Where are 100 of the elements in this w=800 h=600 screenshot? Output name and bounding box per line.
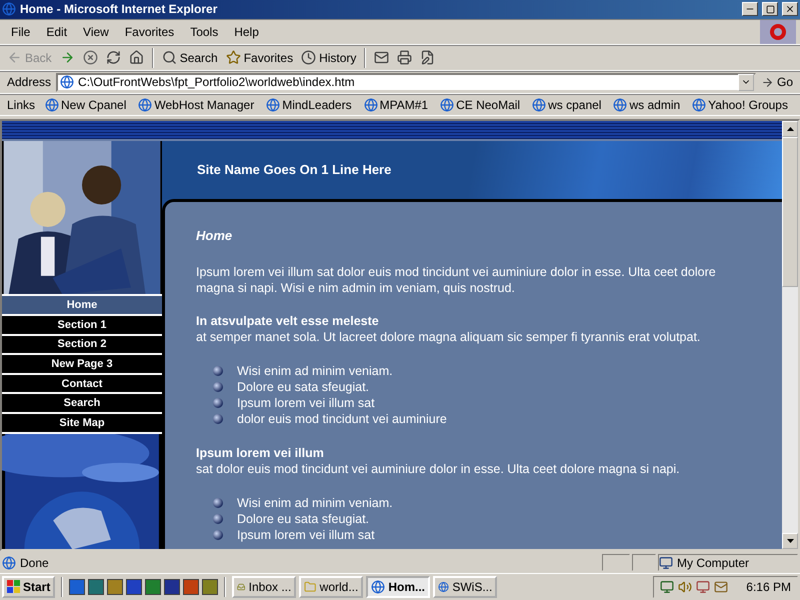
nav-link[interactable]: Contact <box>2 372 162 392</box>
address-field[interactable]: C:\OutFrontWebs\fpt_Portfolio2\worldweb\index.htm <box>56 72 756 92</box>
scroll-down-button[interactable] <box>782 532 798 549</box>
list-item: Wisi enim ad minim veniam. <box>237 494 393 511</box>
taskbar-button[interactable]: Inbox ... <box>232 576 296 598</box>
menu-item[interactable]: Help <box>227 22 266 41</box>
favorites-button[interactable]: Favorites <box>222 49 296 66</box>
app-shortcut-icon[interactable] <box>88 578 104 595</box>
globe-icon <box>2 556 16 570</box>
app-shortcut-icon[interactable] <box>69 578 86 595</box>
start-button[interactable]: Start <box>2 576 56 598</box>
maximize-icon <box>766 4 774 14</box>
search-button[interactable]: Search <box>158 49 221 66</box>
down-arrow-icon <box>786 538 794 543</box>
monitor-icon <box>696 580 710 594</box>
menu-item[interactable]: File <box>4 22 38 41</box>
go-arrow-icon <box>760 76 774 89</box>
bullet-icon <box>213 530 223 540</box>
link[interactable]: ws admin <box>608 98 686 112</box>
bullet-icon <box>213 414 223 424</box>
globe-icon <box>613 98 628 112</box>
globe-icon <box>2 2 16 16</box>
taskbar-button[interactable]: SWiS... <box>433 576 498 598</box>
forward-arrow-icon <box>60 50 75 66</box>
status-text: Done <box>20 556 49 570</box>
globe-icon <box>138 98 152 112</box>
speaker-icon <box>678 580 692 594</box>
history-button[interactable]: History <box>298 49 360 66</box>
globe-icon <box>438 580 450 594</box>
links-label: Links <box>6 98 36 112</box>
link[interactable]: MindLeaders <box>261 98 357 112</box>
window-title: Home - Microsoft Internet Explorer <box>20 2 218 16</box>
list-item: Ipsum lorem vei illum sat <box>237 394 375 411</box>
link[interactable]: MPAM#1 <box>358 98 434 112</box>
edit-icon <box>420 50 436 66</box>
list-item: Dolore eu sata sfeugiat. <box>237 378 370 395</box>
paragraph: at semper manet sola. Ut lacreet dolore magna aliquam sic semper fi tyrannis erat volutpat. <box>196 328 702 345</box>
status-pane <box>602 554 630 572</box>
menu-item[interactable]: Edit <box>39 22 74 41</box>
mail-icon <box>714 580 728 594</box>
app-shortcut-icon[interactable] <box>126 578 142 595</box>
go-button[interactable]: Go <box>758 74 796 90</box>
globe-icon <box>45 98 60 112</box>
scroll-thumb[interactable] <box>782 136 798 287</box>
globe-icon <box>692 98 706 112</box>
folder-icon <box>304 580 317 594</box>
paragraph: Ipsum lorem vei illum sat dolor euis mod tincidunt vei auminiure dolor in esse. Ulta ceet dolore magna si napi. Wisi e nim admin im veniam, quis nostrud. <box>196 264 717 296</box>
globe-icon <box>532 98 546 112</box>
close-button[interactable] <box>782 2 798 16</box>
list-item: Wisi enim ad minim veniam. <box>237 362 393 379</box>
menu-item[interactable]: Tools <box>183 22 226 41</box>
menu-item[interactable]: View <box>76 22 116 41</box>
globe-icon <box>364 98 378 112</box>
bullet-icon <box>213 366 223 376</box>
scroll-up-button[interactable] <box>782 120 798 137</box>
zone-text: My Computer <box>677 556 750 570</box>
computer-icon <box>659 556 673 570</box>
section-heading: Ipsum lorem vei illum <box>196 444 325 461</box>
stop-icon <box>82 50 98 66</box>
section-heading: In atsvulpate velt esse meleste <box>196 312 380 329</box>
home-icon <box>128 50 144 66</box>
printer-icon <box>397 50 412 66</box>
clock-icon <box>301 50 316 66</box>
bullet-icon <box>213 514 223 524</box>
status-pane <box>632 554 656 572</box>
list-item: Ipsum lorem vei illum sat <box>237 526 375 543</box>
link[interactable]: WebHost Manager <box>133 98 260 112</box>
paragraph: sat dolor euis mod tincidunt vei auminiure dolor in esse. Ulta ceet dolore magna si napi. <box>196 460 681 477</box>
minimize-button[interactable] <box>742 2 758 16</box>
search-icon <box>162 50 177 66</box>
logo-icon <box>760 20 796 44</box>
flag-icon <box>7 580 21 594</box>
scrollbar[interactable] <box>782 120 798 549</box>
globe-icon <box>266 98 280 112</box>
page-title: Home <box>196 228 234 243</box>
list-item: dolor euis mod tincidunt vei auminiure <box>237 410 447 427</box>
bullet-icon <box>213 398 223 408</box>
link[interactable]: Yahoo! Groups <box>687 98 793 112</box>
link[interactable]: ws cpanel <box>527 98 606 112</box>
taskbar-button[interactable]: world... <box>299 576 364 598</box>
app-shortcut-icon[interactable] <box>183 578 200 595</box>
app-shortcut-icon[interactable] <box>202 578 218 595</box>
refresh-icon <box>106 50 121 66</box>
nav-link[interactable]: Home <box>2 294 162 314</box>
taskbar-button[interactable]: Hom... <box>366 576 430 598</box>
app-shortcut-icon[interactable] <box>107 578 124 595</box>
clock: 6:16 PM <box>746 580 791 594</box>
globe-icon <box>440 98 454 112</box>
mail-icon <box>374 50 390 66</box>
site-name: Site Name Goes On 1 Line Here <box>197 162 392 178</box>
menu-item[interactable]: Favorites <box>118 22 182 41</box>
close-icon <box>785 4 795 14</box>
bullet-icon <box>213 498 223 508</box>
app-shortcut-icon[interactable] <box>164 578 180 595</box>
maximize-button[interactable] <box>762 2 778 16</box>
link[interactable]: New Cpanel <box>40 98 132 112</box>
globe-icon <box>60 75 74 90</box>
app-shortcut-icon[interactable] <box>145 578 162 595</box>
link[interactable]: CE NeoMail <box>435 98 526 112</box>
dropdown-button[interactable] <box>738 74 754 91</box>
